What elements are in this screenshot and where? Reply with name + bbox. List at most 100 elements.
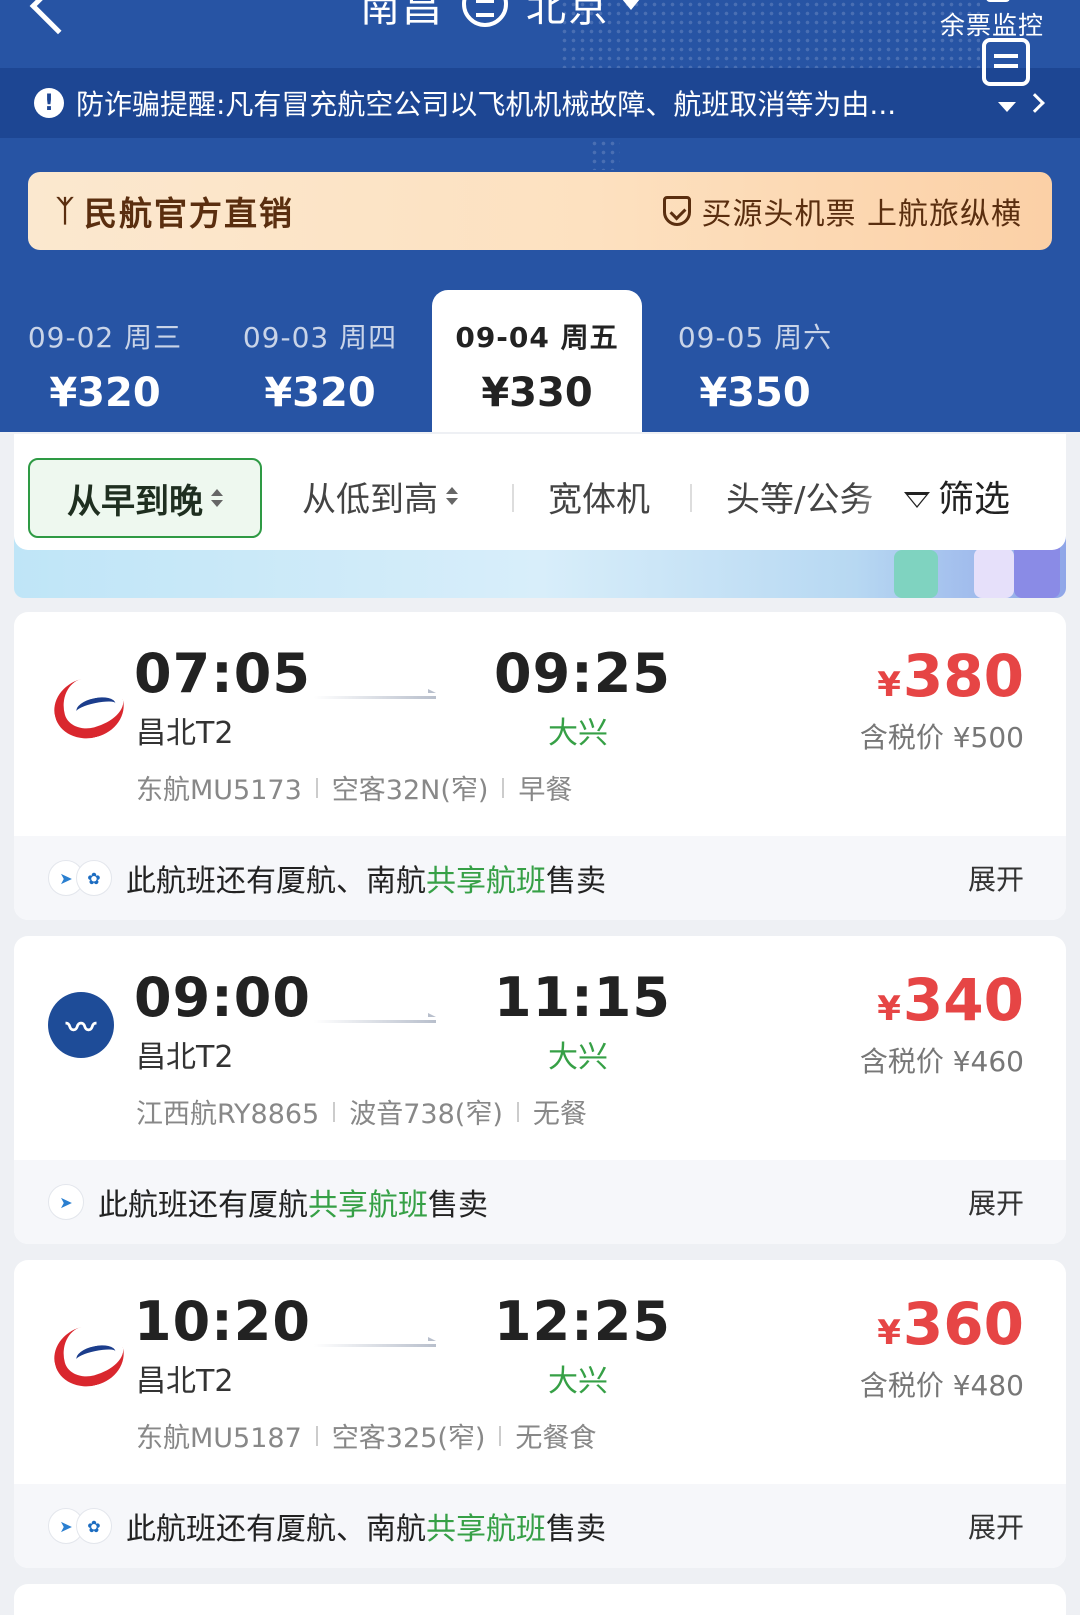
arrival-airport: 大兴 xyxy=(548,1364,608,1399)
divider xyxy=(315,777,318,798)
flight-card[interactable]: 〰 09:00 11:15 昌北T2 大兴 ¥340 含税价 ¥460 江西航R… xyxy=(14,936,1066,1244)
route-arrow-icon xyxy=(314,1337,436,1347)
monitor-icon[interactable] xyxy=(986,0,1010,2)
china-eastern-logo-icon xyxy=(48,668,114,734)
codeshare-suffix: 售卖 xyxy=(546,1512,606,1547)
divider xyxy=(333,1101,336,1122)
calendar-icon[interactable] xyxy=(982,38,1030,86)
meal-info: 无餐食 xyxy=(515,1423,597,1454)
sort-label: 头等/公务 xyxy=(726,479,874,520)
codeshare-highlight: 共享航班 xyxy=(426,1512,546,1547)
civil-aviation-logo-icon: ᛉ xyxy=(56,193,76,229)
back-arrow-icon[interactable] xyxy=(29,0,87,35)
departure-airport: 昌北T2 xyxy=(136,1040,234,1075)
codeshare-text: 此航班还有厦航 xyxy=(98,1188,308,1223)
date-price: ¥320 xyxy=(264,370,376,416)
flight-price: ¥340 xyxy=(877,966,1024,1034)
filter-label: 筛选 xyxy=(938,479,1011,520)
ticket-monitor-button[interactable]: 余票监控 xyxy=(940,6,1044,42)
arrival-time: 12:25 xyxy=(494,1290,671,1353)
jiangxi-air-logo-icon: 〰 xyxy=(48,992,114,1058)
codeshare-row[interactable]: ➤ ✿ 此航班还有厦航、南航 共享航班 售卖 展开 xyxy=(14,836,1066,920)
wide-body-filter-button[interactable]: 宽体机 xyxy=(548,458,650,534)
sort-label: 从低到高 xyxy=(302,479,438,520)
sort-low-to-high-button[interactable]: 从低到高 xyxy=(302,458,458,534)
fraud-warning-notice[interactable]: ! 防诈骗提醒:凡有冒充航空公司以飞机机械故障、航班取消等为由... xyxy=(0,68,1080,138)
official-direct-sale-banner[interactable]: ᛉ 民航官方直销 买源头机票 上航旅纵横 xyxy=(28,172,1052,250)
meal-info: 早餐 xyxy=(518,775,573,806)
date-tab-0903[interactable]: 09-03 周四 ¥320 xyxy=(215,290,425,432)
aircraft-type: 空客325(窄) xyxy=(331,1423,486,1454)
tax-inclusive-price: 含税价 ¥500 xyxy=(859,721,1024,754)
flight-card[interactable] xyxy=(14,1584,1066,1615)
date-label: 09-02 周三 xyxy=(27,321,183,354)
date-tab-0905[interactable]: 09-05 周六 ¥350 xyxy=(650,290,860,432)
sort-arrows-icon xyxy=(446,487,458,505)
notice-text: 防诈骗提醒:凡有冒充航空公司以飞机机械故障、航班取消等为由... xyxy=(76,88,897,121)
destination-city: 北京 xyxy=(526,0,610,31)
date-price: ¥330 xyxy=(481,370,593,416)
price-value: 360 xyxy=(902,1290,1024,1358)
date-price: ¥350 xyxy=(699,370,811,416)
departure-time: 10:20 xyxy=(134,1290,311,1353)
expand-button[interactable]: 展开 xyxy=(968,1506,1024,1546)
banner-decoration xyxy=(974,548,1014,598)
divider xyxy=(690,484,692,512)
origin-city: 南昌 xyxy=(360,0,444,31)
codeshare-highlight: 共享航班 xyxy=(308,1188,428,1223)
fade-overlay xyxy=(854,464,904,534)
flight-number: 江西航RY8865 xyxy=(136,1099,320,1130)
sort-label: 宽体机 xyxy=(548,479,650,520)
codeshare-highlight: 共享航班 xyxy=(426,864,546,899)
flight-price: ¥360 xyxy=(877,1290,1024,1358)
arrival-time: 11:15 xyxy=(494,966,671,1029)
divider xyxy=(502,777,505,798)
date-tabs: 09-02 周三 ¥320 09-03 周四 ¥320 09-04 周五 ¥33… xyxy=(0,290,1080,432)
tax-inclusive-price: 含税价 ¥460 xyxy=(859,1045,1024,1078)
tax-inclusive-price: 含税价 ¥480 xyxy=(859,1369,1024,1402)
arrival-time: 09:25 xyxy=(494,642,671,705)
departure-time: 07:05 xyxy=(134,642,311,705)
sort-arrows-icon xyxy=(211,489,223,507)
aircraft-type: 波音738(窄) xyxy=(349,1099,503,1130)
flight-card[interactable]: 10:20 12:25 昌北T2 大兴 ¥360 含税价 ¥480 东航MU51… xyxy=(14,1260,1066,1568)
route-selector[interactable]: 南昌 北京 xyxy=(360,0,640,31)
calendar-button[interactable] xyxy=(935,290,1080,432)
arrival-airport: 大兴 xyxy=(548,716,608,751)
sort-filter-bar: 从早到晚 从低到高 宽体机 头等/公务 筛选 xyxy=(14,434,1066,550)
currency-symbol: ¥ xyxy=(877,1313,901,1353)
flight-price: ¥380 xyxy=(877,642,1024,710)
chevron-right-icon xyxy=(1025,93,1045,113)
flight-info: 江西航RY8865 波音738(窄) 无餐 xyxy=(136,1092,587,1131)
china-eastern-logo-icon xyxy=(48,1316,114,1382)
chevron-down-icon xyxy=(622,0,640,10)
codeshare-suffix: 售卖 xyxy=(428,1188,488,1223)
sort-label: 从早到晚 xyxy=(67,481,203,522)
china-southern-logo-icon: ✿ xyxy=(76,860,112,896)
price-value: 340 xyxy=(902,966,1024,1034)
shield-check-icon xyxy=(663,196,692,226)
date-tab-0904[interactable]: 09-04 周五 ¥330 xyxy=(432,290,642,432)
flight-card[interactable]: 07:05 09:25 昌北T2 大兴 ¥380 含税价 ¥500 东航MU51… xyxy=(14,612,1066,920)
expand-button[interactable]: 展开 xyxy=(968,858,1024,898)
date-label: 09-04 周五 xyxy=(455,321,619,354)
filter-button[interactable]: 筛选 xyxy=(904,458,1010,534)
direct-sale-title: 民航官方直销 xyxy=(84,194,294,233)
direct-sale-slogan: 买源头机票 上航旅纵横 xyxy=(701,197,1022,232)
divider xyxy=(516,1101,519,1122)
currency-symbol: ¥ xyxy=(877,989,901,1029)
date-price: ¥320 xyxy=(49,370,161,416)
date-tab-0902[interactable]: 09-02 周三 ¥320 xyxy=(0,290,210,432)
filter-funnel-icon xyxy=(904,492,930,508)
departure-airport: 昌北T2 xyxy=(136,716,234,751)
divider xyxy=(512,484,514,512)
expand-button[interactable]: 展开 xyxy=(968,1182,1024,1222)
sort-early-to-late-button[interactable]: 从早到晚 xyxy=(28,458,262,538)
flight-number: 东航MU5187 xyxy=(136,1423,302,1454)
route-arrow-icon xyxy=(314,689,436,699)
codeshare-row[interactable]: ➤ 此航班还有厦航 共享航班 售卖 展开 xyxy=(14,1160,1066,1244)
swap-route-icon[interactable] xyxy=(462,0,508,27)
flight-info: 东航MU5173 空客32N(窄) 早餐 xyxy=(136,768,572,807)
codeshare-row[interactable]: ➤ ✿ 此航班还有厦航、南航 共享航班 售卖 展开 xyxy=(14,1484,1066,1568)
currency-symbol: ¥ xyxy=(877,665,901,705)
